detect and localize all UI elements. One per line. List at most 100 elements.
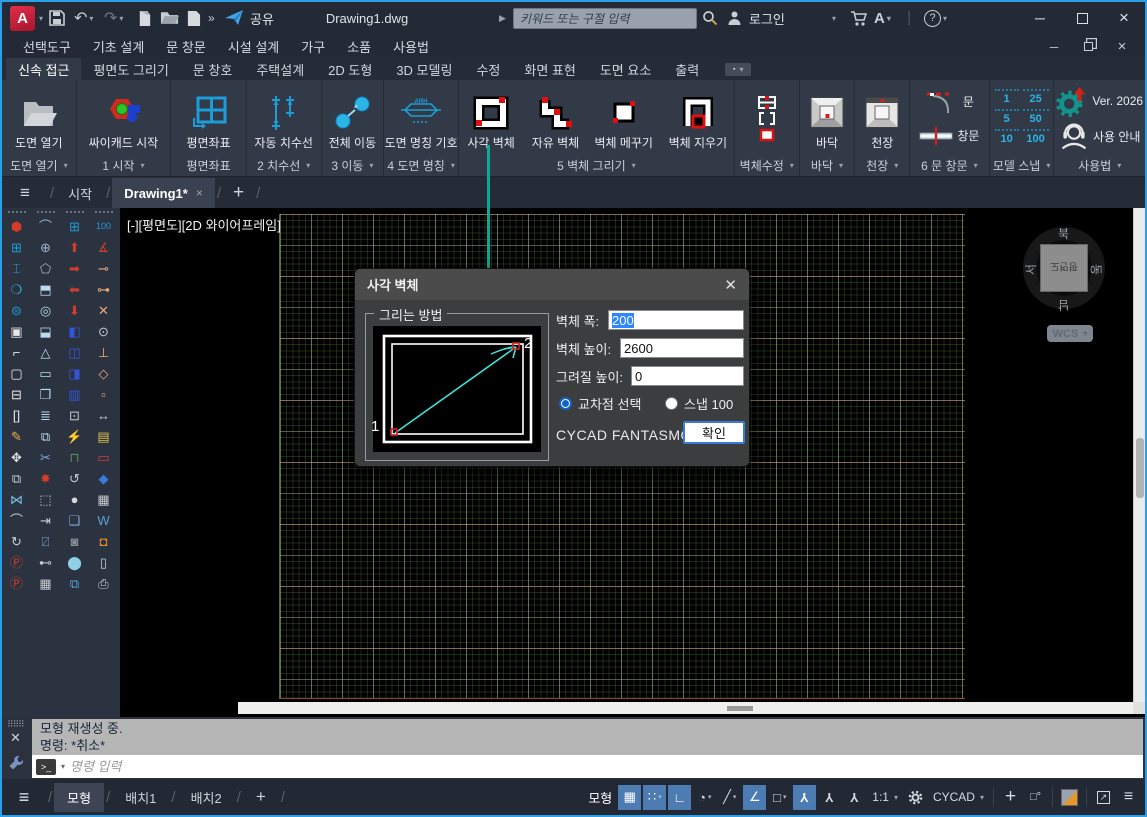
user-icon[interactable] [726, 6, 743, 30]
layout-tab-model[interactable]: 모형 [54, 783, 104, 812]
intersection-icon[interactable]: ✕ [92, 300, 116, 321]
maximize-button[interactable] [1061, 2, 1103, 34]
doc-tabs-menu-icon[interactable]: ≡ [2, 178, 48, 208]
slabs-icon[interactable]: ≣ [34, 405, 58, 426]
midpoint-icon[interactable]: ⊶ [92, 279, 116, 300]
door-button[interactable]: 문 [925, 87, 974, 117]
door-3d-icon[interactable]: ◫ [63, 342, 87, 363]
wall-bracket-icon[interactable]: [] [5, 405, 29, 426]
stretch-up-icon[interactable]: ⬆ [63, 237, 87, 258]
move-all-button[interactable]: 전체 이동 [329, 86, 377, 152]
isolate-objects-icon[interactable]: □° [1024, 785, 1047, 810]
open-drawing-button[interactable]: 도면 열기 [15, 86, 63, 152]
customize-statusbar-icon[interactable]: ≡ [1117, 785, 1140, 810]
menu-사용법[interactable]: 사용법 [382, 35, 440, 58]
bench-icon[interactable]: ⊓ [63, 447, 87, 468]
statusbar-menu-icon[interactable]: ≡ [2, 787, 46, 808]
mirror-icon[interactable]: ⋈ [5, 489, 29, 510]
ortho-mode-toggle[interactable]: ∟ [668, 785, 691, 810]
ucs-grid-icon[interactable]: ⊞ [63, 216, 87, 237]
share-plane-icon[interactable] [224, 6, 244, 30]
ribbon-tab-10[interactable]: 출력 [663, 58, 711, 80]
layout-tab-layout2[interactable]: 배치2 [178, 783, 235, 812]
grid-display-toggle[interactable]: ▦ [618, 785, 641, 810]
panes-icon[interactable]: ▦ [92, 489, 116, 510]
drawing-label-button[interactable]: ARH 도면 명칭 기호 [385, 86, 458, 152]
boundary-icon[interactable]: ⬚ [34, 489, 58, 510]
more-tools-icon[interactable]: » [208, 6, 215, 30]
perpendicular-icon[interactable]: ⊥ [92, 342, 116, 363]
menu-가구[interactable]: 가구 [290, 35, 336, 58]
stretch-down-icon[interactable]: ⬇ [63, 300, 87, 321]
compass-north-label[interactable]: 북 [1058, 225, 1069, 242]
plan-grid-icon[interactable]: ⊞ [5, 237, 29, 258]
group-label[interactable]: 5 벽체 그리기▾ [459, 155, 734, 176]
zoom-window-icon[interactable]: ⊡ [63, 405, 87, 426]
torus-icon[interactable]: ◎ [34, 300, 58, 321]
box-3d-icon[interactable]: ⬒ [34, 279, 58, 300]
command-prompt-icon[interactable]: >_ [36, 759, 56, 775]
compass-east-label[interactable]: 동 [1088, 264, 1105, 275]
orbit-icon[interactable]: ↺ [63, 468, 87, 489]
auto-dimension-button[interactable]: 자동 치수선 [254, 86, 313, 152]
ribbon-collapse-button[interactable]: ▪▾ [725, 63, 751, 76]
snap-100-radio[interactable]: 스냅 100 [665, 394, 733, 413]
ribbon-tab-3[interactable]: 문 창호 [181, 58, 245, 80]
snap-mode-toggle[interactable]: ∷▾ [643, 785, 666, 810]
isometric-drafting-toggle[interactable]: ╱▾ [718, 785, 741, 810]
wall-square-button[interactable]: 사각 벽체 [459, 86, 523, 152]
command-tools-wrench-icon[interactable] [8, 755, 24, 776]
center-snap-icon[interactable]: ⊙ [92, 321, 116, 342]
snap-5-button[interactable]: 5 [995, 109, 1019, 129]
cart-icon[interactable] [850, 6, 868, 30]
align-icon[interactable]: ⇥ [34, 510, 58, 531]
annotation-scale-list-toggle[interactable]: Y [843, 785, 866, 810]
wmf-export-icon[interactable]: W [92, 510, 116, 531]
ribbon-tab-9[interactable]: 도면 요소 [588, 58, 663, 80]
stretch-left-icon[interactable]: ⬅ [63, 279, 87, 300]
pyramid-icon[interactable]: △ [34, 342, 58, 363]
search-expand-icon[interactable]: ▶ [499, 6, 506, 30]
ceiling-button[interactable]: 천장 [862, 86, 902, 152]
scissors-icon[interactable]: ✂ [34, 447, 58, 468]
explode-icon[interactable]: ✸ [34, 468, 58, 489]
crosshair-plus-icon[interactable]: + [999, 785, 1022, 810]
wall-square-icon[interactable]: ▣ [5, 321, 29, 342]
layout-tab-layout1[interactable]: 배치1 [112, 783, 169, 812]
menu-소품[interactable]: 소품 [336, 35, 382, 58]
object-snap-toggle[interactable]: □▾ [768, 785, 791, 810]
group-label[interactable]: 벽체수정▾ [735, 155, 799, 176]
group-label[interactable]: 사용법▾ [1054, 155, 1145, 176]
cube-icon[interactable]: ❒ [34, 384, 58, 405]
menu-기초-설계[interactable]: 기초 설계 [82, 35, 155, 58]
exchange-apps-icon[interactable]: A▾ [874, 6, 891, 30]
zoom-flash-icon[interactable]: ⚡ [63, 426, 87, 447]
workspace-switcher[interactable]: CYCAD▾ [929, 785, 988, 810]
polar-tracking-toggle[interactable]: ◔▾ [693, 785, 716, 810]
new-layout-button[interactable]: + [243, 782, 279, 812]
osnap-tracking-toggle[interactable]: ∠ [743, 785, 766, 810]
endpoint-icon[interactable]: ⊸ [92, 258, 116, 279]
box-blue-icon[interactable]: ◧ [63, 321, 87, 342]
wall-fill-button[interactable]: 벽체 메꾸기 [588, 86, 660, 152]
horizontal-scrollbar[interactable] [238, 702, 1145, 714]
group-label[interactable]: 2 치수선▾ [247, 155, 321, 176]
vertical-scrollbar[interactable] [1133, 208, 1145, 714]
new-tab-button[interactable]: + [223, 178, 254, 208]
horizontal-scrollbar-handle[interactable] [727, 706, 753, 711]
redo-icon[interactable]: ↷▾ [104, 6, 123, 30]
palette-grip[interactable] [95, 211, 113, 213]
doc-new-icon[interactable]: ▯ [92, 552, 116, 573]
copy-icon[interactable]: ⧉ [5, 468, 29, 489]
user-guide-button[interactable]: 사용 안내 [1059, 120, 1141, 152]
snap-100-icon[interactable]: 100 [92, 216, 116, 237]
save-icon[interactable] [48, 6, 66, 30]
model-snap-values[interactable]: 1 25 5 50 10 100 [995, 89, 1049, 149]
open-folder-icon[interactable] [160, 6, 179, 30]
palette-grip[interactable] [8, 211, 26, 213]
erase-icon[interactable]: ✎ [5, 426, 29, 447]
ribbon-tab-4[interactable]: 주택설계 [244, 58, 316, 80]
search-icon[interactable] [702, 6, 718, 30]
slab-icon[interactable]: ▭ [34, 363, 58, 384]
settings-gear-icon[interactable] [904, 785, 927, 810]
